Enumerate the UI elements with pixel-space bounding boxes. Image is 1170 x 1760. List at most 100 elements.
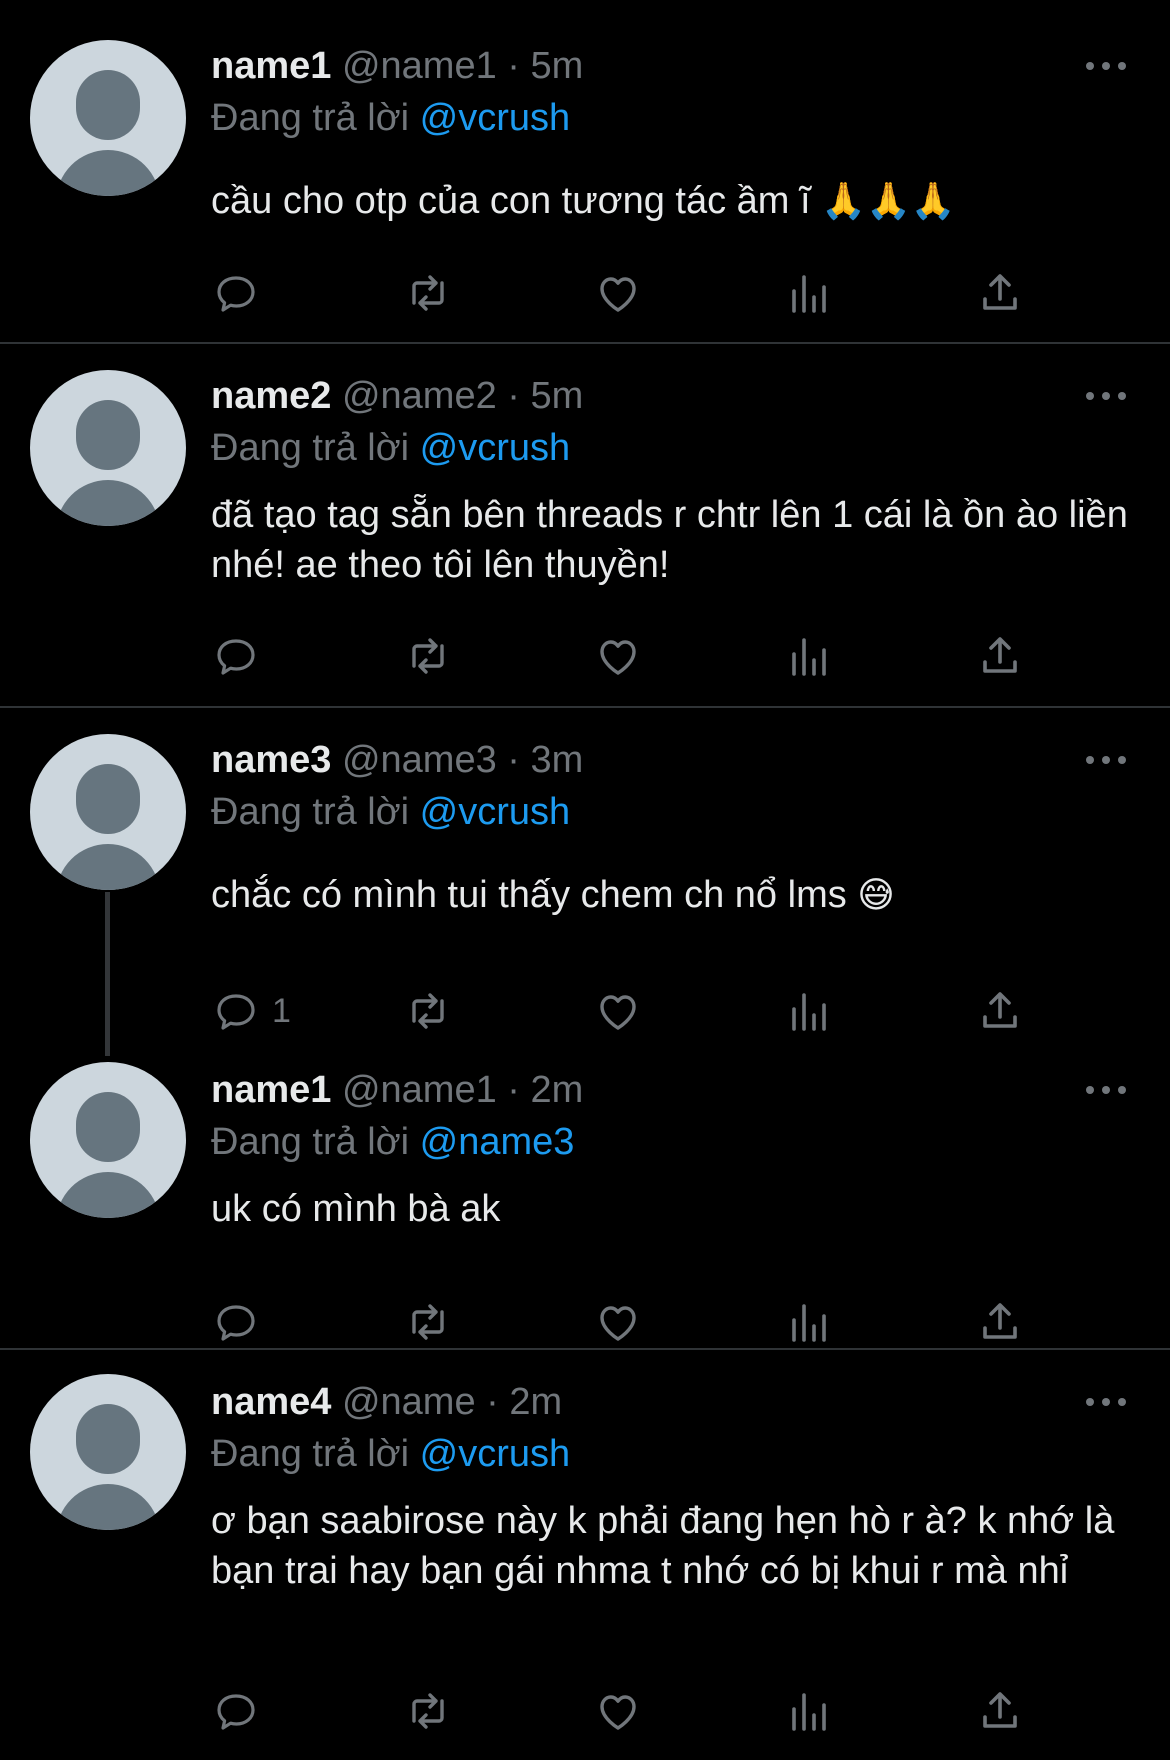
retweet-button[interactable] <box>404 1297 452 1347</box>
more-icon[interactable] <box>1084 750 1128 770</box>
tweet-text-content: chắc có mình tui thấy chem ch nổ lms <box>211 874 847 916</box>
display-name[interactable]: name2 <box>211 375 331 417</box>
share-icon <box>983 992 1017 1028</box>
user-handle[interactable]: @name1 <box>342 45 497 87</box>
share-button[interactable] <box>976 631 1024 681</box>
share-button[interactable] <box>976 1297 1024 1347</box>
sweat-smile-emoji: 😅 <box>857 875 895 916</box>
mention-link[interactable]: @vcrush <box>420 791 571 833</box>
like-icon <box>600 277 636 312</box>
tweet-meta: name1 @name1 · 5m <box>211 44 583 88</box>
retweet-button[interactable] <box>404 268 452 318</box>
tweet-text-content: uk có mình bà ak <box>211 1188 501 1230</box>
tweet-meta: name1 @name1 · 2m <box>211 1068 583 1112</box>
action-bar <box>0 268 1170 318</box>
reply-button[interactable] <box>212 631 272 681</box>
more-icon[interactable] <box>1084 386 1128 406</box>
share-icon <box>983 1692 1017 1728</box>
display-name[interactable]: name1 <box>211 1069 331 1111</box>
avatar-default-icon[interactable] <box>30 370 186 526</box>
views-button[interactable] <box>786 631 834 681</box>
views-button[interactable] <box>786 1297 834 1347</box>
tweet-text: cầu cho otp của con tương tác ầm ĩ 🙏🙏🙏 <box>211 176 1131 227</box>
timestamp[interactable]: 5m <box>531 375 584 417</box>
timestamp[interactable]: 5m <box>531 45 584 87</box>
share-icon <box>983 274 1017 310</box>
retweet-button[interactable] <box>404 631 452 681</box>
like-button[interactable] <box>594 986 642 1036</box>
tweet-3[interactable]: name3 @name3 · 3m Đang trả lời @vcrush c… <box>0 708 1170 1038</box>
share-button[interactable] <box>976 268 1024 318</box>
more-icon[interactable] <box>1084 1392 1128 1412</box>
like-icon <box>600 1695 636 1730</box>
reply-icon <box>217 639 255 675</box>
display-name[interactable]: name3 <box>211 739 331 781</box>
user-handle[interactable]: @name2 <box>342 375 497 417</box>
user-handle[interactable]: @name <box>342 1381 476 1423</box>
retweet-button[interactable] <box>404 986 452 1036</box>
replying-to: Đang trả lời @vcrush <box>211 424 570 472</box>
tweet-5[interactable]: name4 @name · 2m Đang trả lời @vcrush ơ … <box>0 1350 1170 1760</box>
replying-to: Đang trả lời @vcrush <box>211 94 570 142</box>
share-button[interactable] <box>976 1686 1024 1736</box>
timestamp[interactable]: 2m <box>531 1069 584 1111</box>
action-bar: 1 <box>0 986 1170 1036</box>
replying-to-label: Đang trả lời <box>211 97 410 139</box>
user-handle[interactable]: @name3 <box>342 739 497 781</box>
mention-link[interactable]: @vcrush <box>420 97 571 139</box>
tweet-meta: name4 @name · 2m <box>211 1380 562 1424</box>
tweet-text: ơ bạn saabirose này k phải đang hẹn hò r… <box>211 1496 1131 1596</box>
replying-to: Đang trả lời @vcrush <box>211 788 570 836</box>
tweet-4[interactable]: name1 @name1 · 2m Đang trả lời @name3 uk… <box>0 1038 1170 1348</box>
avatar-default-icon[interactable] <box>30 40 186 196</box>
mention-link[interactable]: @vcrush <box>420 1433 571 1475</box>
share-icon <box>983 637 1017 673</box>
folded-hands-emoji: 🙏🙏🙏 <box>821 181 956 222</box>
retweet-icon <box>412 1304 444 1340</box>
views-button[interactable] <box>786 1686 834 1736</box>
reply-button[interactable] <box>212 1686 272 1736</box>
avatar-default-icon[interactable] <box>30 734 186 890</box>
more-icon[interactable] <box>1084 1080 1128 1100</box>
action-bar <box>0 631 1170 681</box>
views-icon <box>792 1693 826 1731</box>
reply-icon <box>217 1305 255 1341</box>
views-icon <box>792 275 826 313</box>
reply-button[interactable] <box>212 268 272 318</box>
reply-button[interactable]: 1 <box>212 986 291 1036</box>
tweet-meta: name2 @name2 · 5m <box>211 374 583 418</box>
like-button[interactable] <box>594 1297 642 1347</box>
mention-link[interactable]: @name3 <box>420 1121 575 1163</box>
mention-link[interactable]: @vcrush <box>420 427 571 469</box>
like-button[interactable] <box>594 268 642 318</box>
retweet-icon <box>412 1693 444 1729</box>
like-button[interactable] <box>594 1686 642 1736</box>
tweet-text: uk có mình bà ak <box>211 1184 1131 1234</box>
reply-count: 1 <box>272 991 291 1030</box>
timestamp[interactable]: 2m <box>509 1381 562 1423</box>
tweet-meta: name3 @name3 · 3m <box>211 738 583 782</box>
tweet-1[interactable]: name1 @name1 · 5m Đang trả lời @vcrush c… <box>0 0 1170 342</box>
meta-separator: · <box>507 45 520 87</box>
reply-button[interactable] <box>212 1297 272 1347</box>
share-button[interactable] <box>976 986 1024 1036</box>
timestamp[interactable]: 3m <box>531 739 584 781</box>
user-handle[interactable]: @name1 <box>342 1069 497 1111</box>
reply-icon <box>217 1694 255 1730</box>
retweet-button[interactable] <box>404 1686 452 1736</box>
avatar-default-icon[interactable] <box>30 1374 186 1530</box>
replying-to-label: Đang trả lời <box>211 1121 410 1163</box>
action-bar <box>0 1297 1170 1347</box>
like-button[interactable] <box>594 631 642 681</box>
avatar-default-icon[interactable] <box>30 1062 186 1218</box>
retweet-icon <box>412 993 444 1029</box>
views-icon <box>792 993 826 1031</box>
views-button[interactable] <box>786 268 834 318</box>
tweet-2[interactable]: name2 @name2 · 5m Đang trả lời @vcrush đ… <box>0 344 1170 706</box>
more-icon[interactable] <box>1084 56 1128 76</box>
display-name[interactable]: name1 <box>211 45 331 87</box>
tweet-text-content: cầu cho otp của con tương tác ầm ĩ <box>211 180 811 222</box>
views-button[interactable] <box>786 986 834 1036</box>
display-name[interactable]: name4 <box>211 1381 331 1423</box>
replying-to-label: Đang trả lời <box>211 427 410 469</box>
